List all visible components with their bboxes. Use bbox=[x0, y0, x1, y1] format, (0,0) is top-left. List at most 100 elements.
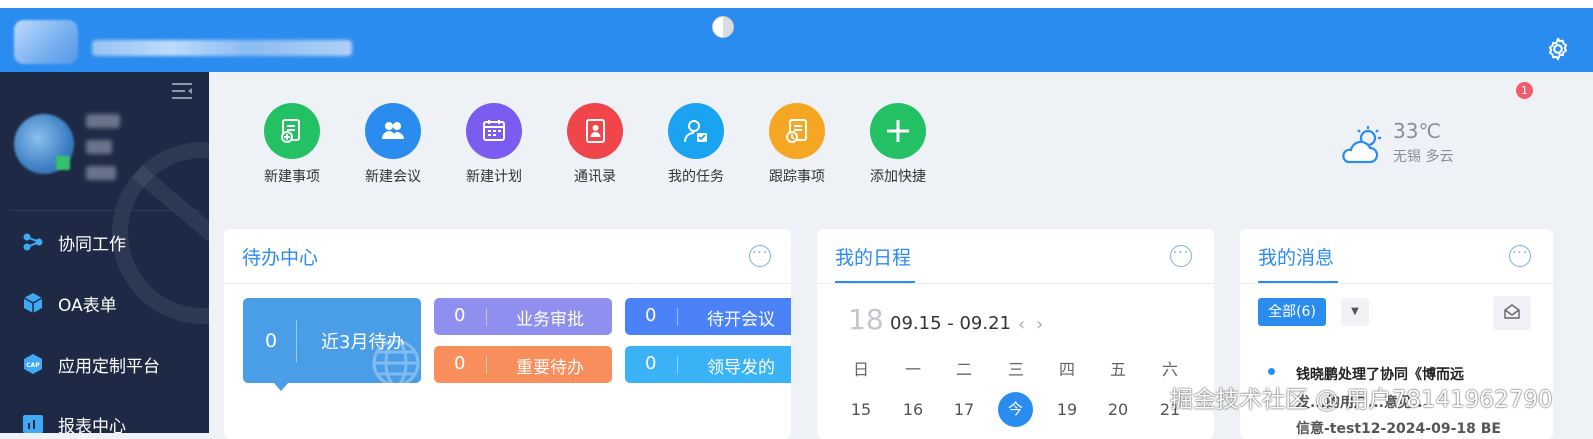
globe-icon bbox=[372, 339, 420, 387]
tile-count: 0 bbox=[645, 305, 657, 326]
quick-new-item[interactable]: 新建事项 bbox=[252, 103, 332, 186]
weekday-label: 三 bbox=[1007, 360, 1024, 379]
track-icon bbox=[769, 103, 825, 159]
quick-track-items[interactable]: 跟踪事项 bbox=[757, 103, 837, 186]
calendar-date[interactable]: 20 bbox=[1103, 400, 1133, 419]
schedule-week-range: 09.15 - 09.21 bbox=[890, 313, 1011, 334]
tile-count: 0 bbox=[454, 353, 466, 374]
collapse-menu-icon[interactable] bbox=[172, 82, 194, 100]
site-watermark: 掘金技术社区 @ 用户7814196279​0 bbox=[1170, 387, 1553, 413]
business-approval-tile[interactable]: 0 业务审批 bbox=[434, 298, 612, 335]
tile-label: 领导发的 bbox=[707, 358, 775, 378]
cloud-sun-icon bbox=[1342, 126, 1381, 164]
calendar-date[interactable]: 17 bbox=[949, 400, 979, 419]
next-week-button[interactable]: › bbox=[1036, 314, 1043, 335]
important-todo-tile[interactable]: 0 重要待办 bbox=[434, 346, 612, 383]
pending-meeting-tile[interactable]: 0 待开会议 bbox=[625, 298, 791, 335]
quick-contacts[interactable]: 通讯录 bbox=[555, 103, 635, 186]
leader-sent-tile[interactable]: 0 领导发的 bbox=[625, 346, 791, 383]
prev-week-button[interactable]: ‹ bbox=[1018, 314, 1025, 335]
card-separator bbox=[1240, 283, 1553, 284]
unread-dot-icon bbox=[1268, 368, 1275, 375]
sidebar-item-label: 报表中心 bbox=[58, 416, 126, 434]
chevron-down-icon[interactable]: ▼ bbox=[1341, 298, 1369, 326]
quick-action-label: 通讯录 bbox=[574, 169, 616, 185]
quick-new-meeting[interactable]: 新建会议 bbox=[353, 103, 433, 186]
tile-count: 0 bbox=[265, 330, 278, 352]
calendar-date[interactable]: 16 bbox=[898, 400, 928, 419]
svg-text:CAP: CAP bbox=[26, 362, 40, 369]
card-title: 我的消息 bbox=[1258, 247, 1335, 269]
user-name-blurred bbox=[86, 114, 120, 128]
sidebar-item-app-platform[interactable]: CAP 应用定制平台 bbox=[0, 344, 209, 384]
card-title: 我的日程 bbox=[835, 247, 912, 269]
settings-gear-icon[interactable] bbox=[1545, 36, 1571, 62]
message-text[interactable]: 信意-test12-2024-09-18 BE bbox=[1296, 418, 1501, 438]
more-options-icon[interactable]: ··· bbox=[749, 245, 771, 267]
calendar-date[interactable]: 19 bbox=[1052, 400, 1082, 419]
card-separator bbox=[817, 283, 1214, 284]
tile-count: 0 bbox=[645, 353, 657, 374]
card-title: 待办中心 bbox=[242, 247, 319, 269]
quick-action-label: 跟踪事项 bbox=[769, 169, 825, 185]
quick-action-label: 新建计划 bbox=[466, 169, 522, 185]
quick-my-tasks[interactable]: 我的任务 bbox=[656, 103, 736, 186]
quick-new-plan[interactable]: 新建计划 bbox=[454, 103, 534, 186]
tile-label: 业务审批 bbox=[516, 310, 584, 330]
form-cube-icon bbox=[23, 293, 43, 313]
notification-badge[interactable]: 1 bbox=[1516, 82, 1533, 99]
more-options-icon[interactable]: ··· bbox=[1509, 245, 1531, 267]
weekday-label: 六 bbox=[1161, 360, 1178, 379]
sidebar-item-collaboration[interactable]: 协同工作 bbox=[0, 222, 209, 262]
sidebar-item-label: 协同工作 bbox=[58, 234, 126, 255]
tile-label: 重要待办 bbox=[516, 358, 584, 378]
online-status-icon bbox=[56, 156, 70, 170]
quick-action-label: 添加快捷 bbox=[870, 169, 926, 185]
meeting-icon bbox=[365, 103, 421, 159]
sidebar-item-report-center[interactable]: 报表中心 bbox=[0, 404, 209, 433]
user-dept-blurred bbox=[86, 140, 112, 154]
tile-pointer bbox=[273, 382, 289, 391]
tile-divider bbox=[677, 308, 678, 326]
envelope-open-icon bbox=[1504, 304, 1520, 319]
sidebar-item-label: OA表单 bbox=[58, 295, 117, 316]
cap-icon: CAP bbox=[24, 354, 42, 374]
sidebar-item-oa-form[interactable]: OA表单 bbox=[0, 283, 209, 323]
theme-toggle-icon[interactable] bbox=[712, 16, 734, 38]
recent-todo-tile[interactable]: 0 近3月待办 bbox=[243, 298, 421, 391]
more-options-icon[interactable]: ··· bbox=[1170, 245, 1192, 267]
weekday-label: 二 bbox=[955, 360, 972, 379]
calendar-date[interactable]: 15 bbox=[846, 400, 876, 419]
calendar-today[interactable]: 今 bbox=[998, 392, 1033, 427]
top-header-bar bbox=[0, 8, 1593, 72]
tile-count: 0 bbox=[454, 305, 466, 326]
app-logo[interactable] bbox=[14, 20, 78, 64]
weekday-label: 五 bbox=[1109, 360, 1126, 379]
sidebar: 协同工作 OA表单 CAP 应用定制平台 报表中心 bbox=[0, 72, 209, 433]
sidebar-divider bbox=[10, 210, 200, 211]
filter-all-button[interactable]: 全部(6) bbox=[1258, 298, 1326, 326]
collaboration-icon bbox=[23, 233, 43, 251]
report-icon bbox=[23, 415, 43, 433]
quick-action-label: 新建事项 bbox=[264, 169, 320, 185]
user-role-blurred bbox=[86, 166, 116, 180]
weekday-label: 一 bbox=[904, 360, 921, 379]
weather-temperature: 33℃ bbox=[1393, 119, 1441, 143]
tile-divider bbox=[677, 356, 678, 374]
plus-icon bbox=[870, 103, 926, 159]
card-separator bbox=[224, 283, 791, 284]
app-title-blurred bbox=[92, 40, 352, 56]
weather-city: 无锡 多云 bbox=[1393, 149, 1454, 165]
top-strip bbox=[0, 0, 1593, 8]
quick-action-label: 新建会议 bbox=[365, 169, 421, 185]
mark-read-button[interactable] bbox=[1493, 296, 1531, 330]
quick-add-shortcut[interactable]: 添加快捷 bbox=[858, 103, 938, 186]
plan-icon bbox=[466, 103, 522, 159]
tile-label: 待开会议 bbox=[707, 310, 775, 330]
schedule-current-day: 18 bbox=[848, 303, 884, 336]
contacts-icon bbox=[567, 103, 623, 159]
tile-divider bbox=[486, 356, 487, 374]
weekday-label: 四 bbox=[1058, 360, 1075, 379]
sidebar-item-label: 应用定制平台 bbox=[58, 356, 160, 377]
tile-divider bbox=[486, 308, 487, 326]
